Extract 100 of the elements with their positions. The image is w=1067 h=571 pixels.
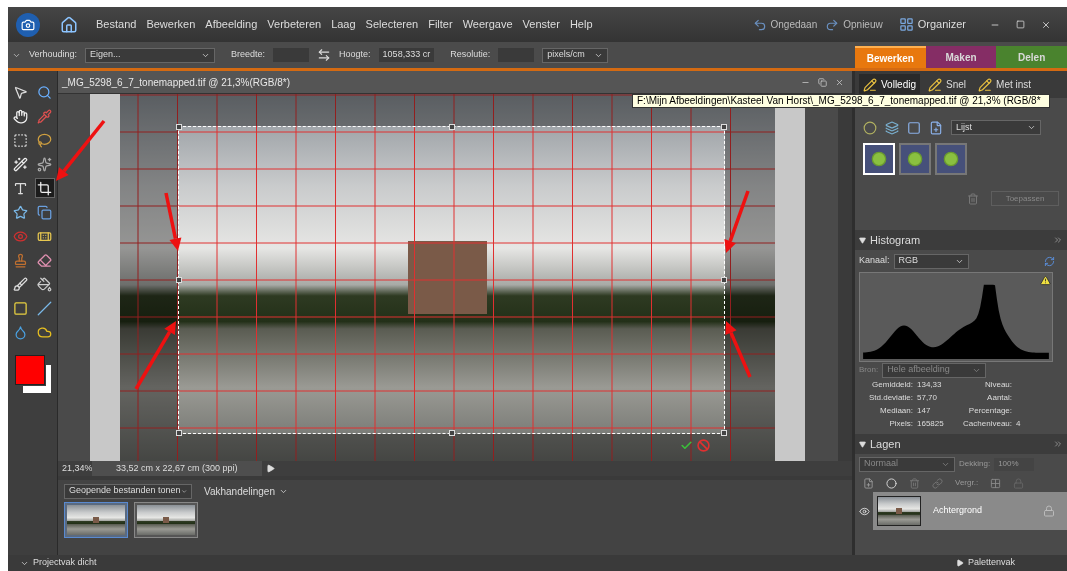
view-select[interactable]: Lijst [951, 120, 1041, 135]
photo-effects-icon[interactable] [907, 120, 921, 135]
stat-label: Std.deviatie: [867, 392, 913, 404]
lock-transparency-icon[interactable] [990, 477, 1002, 489]
menu-item[interactable]: Bestand [96, 16, 137, 33]
crop-handle[interactable] [176, 124, 182, 130]
stat-label: Gemiddeld: [871, 379, 913, 391]
show-files-select[interactable]: Geopende bestanden tonen [64, 483, 192, 499]
crop-handle[interactable] [721, 277, 727, 283]
panel-bin-toggle[interactable]: Palettenvak [955, 556, 1015, 570]
restore-icon[interactable] [818, 77, 827, 87]
quick-selection-tool-icon[interactable] [35, 155, 54, 173]
undo-icon [752, 17, 767, 32]
crop-handle[interactable] [721, 124, 727, 130]
eraser-tool-icon[interactable] [35, 251, 54, 269]
shape-tool-icon[interactable] [11, 203, 30, 221]
menu-item[interactable]: Verbeteren [267, 16, 322, 33]
menu-item[interactable]: Bewerken [146, 16, 196, 33]
path-tooltip: F:\Mijn Afbeeldingen\Kasteel Van Horst\_MG_5298_6_7_tonemapped.tif @ 21,3% (RGB/8* [632, 94, 1050, 108]
zoom-tool-icon[interactable] [35, 83, 54, 101]
background-color-swatch-edge [22, 386, 46, 393]
menu-item[interactable]: Venster [522, 16, 560, 33]
camera-logo-icon[interactable] [16, 12, 40, 37]
layer-name: Achtergrond [933, 504, 984, 518]
grid-icon [898, 17, 914, 32]
all-effects-icon[interactable] [929, 120, 943, 135]
brush-tool-icon[interactable] [11, 275, 30, 293]
unit-select[interactable]: pixels/cm [542, 47, 609, 63]
crop-handle[interactable] [449, 124, 455, 130]
width-label: Breedte: [231, 48, 266, 62]
bin-actions-menu[interactable]: Vakhandelingen [204, 483, 288, 499]
menu-item[interactable]: Laag [331, 16, 356, 33]
recompose-tool-icon[interactable] [35, 203, 54, 221]
pointer-arrow [164, 192, 182, 251]
refresh-icon[interactable] [1044, 255, 1055, 267]
crop-handle[interactable] [721, 430, 727, 436]
stat-label: Cacheniveau: [962, 418, 1012, 430]
resolution-label: Resolutie: [450, 48, 491, 62]
close-icon[interactable] [1041, 19, 1051, 30]
stat-value: 134,33 [917, 379, 943, 391]
layer-thumbnail [877, 496, 921, 526]
layer-styles-icon[interactable] [885, 120, 899, 135]
opacity-field[interactable]: 100% [994, 457, 1035, 471]
pointer-arrow [724, 190, 750, 253]
background-color-swatch[interactable] [45, 365, 51, 393]
new-layer-icon[interactable] [863, 477, 874, 489]
maximize-icon[interactable] [1016, 20, 1025, 29]
edit-mode-tab[interactable]: Met inst [974, 73, 1036, 96]
mode-tab[interactable]: Maken [925, 46, 997, 68]
pointer-arrow [725, 321, 752, 378]
collapse-triangle-icon [859, 236, 866, 244]
crop-handle[interactable] [176, 430, 182, 436]
edit-mode-tab[interactable]: Snel [924, 73, 971, 96]
redo-icon [825, 17, 840, 32]
undo-button[interactable]: Ongedaan [752, 17, 818, 32]
menu-item[interactable]: Afbeelding [205, 16, 258, 33]
menu-item[interactable]: Help [569, 16, 593, 33]
organizer-button[interactable]: Organizer [898, 16, 966, 33]
panel-header[interactable]: Histogram [855, 230, 1067, 250]
commit-check-icon[interactable] [680, 439, 693, 452]
pointer-arrow [134, 321, 176, 390]
channel-select[interactable]: RGB [893, 253, 969, 269]
line-tool-icon[interactable] [35, 299, 54, 317]
stat-value: 165825 [917, 418, 945, 430]
swap-icon[interactable] [317, 48, 332, 62]
gradient-tool-icon[interactable] [11, 299, 30, 317]
effect-thumbnail[interactable] [899, 143, 931, 175]
project-bin-toggle[interactable]: Projectvak dicht [20, 556, 97, 570]
edit-mode-tab[interactable]: Volledig [859, 73, 921, 96]
paint-bucket-tool-icon[interactable] [35, 275, 54, 293]
filters-icon[interactable] [863, 120, 877, 135]
home-icon[interactable] [60, 15, 78, 34]
close-icon[interactable] [835, 77, 844, 87]
crop-handle[interactable] [449, 430, 455, 436]
hand-tool-icon[interactable] [11, 107, 30, 125]
play-icon[interactable] [266, 464, 275, 473]
ratio-select[interactable]: Eigen... [85, 47, 216, 63]
lasso-tool-icon[interactable] [35, 131, 54, 149]
pencil-icon [863, 77, 877, 92]
foreground-color-swatch[interactable] [14, 355, 45, 385]
menu-item[interactable]: Selecteren [365, 16, 419, 33]
lock-label: Vergr.: [955, 477, 979, 489]
visibility-icon[interactable] [858, 505, 870, 517]
crop-handle[interactable] [176, 277, 182, 283]
redo-button[interactable]: Opnieuw [825, 17, 883, 32]
marquee-tool-icon[interactable] [11, 131, 30, 149]
stat-label: Percentage: [967, 405, 1012, 417]
eyedropper-tool-icon[interactable] [35, 107, 54, 125]
crop-tool-icon[interactable] [35, 179, 54, 197]
stat-label: Aantal: [986, 392, 1012, 404]
adjustment-layer-icon[interactable] [886, 477, 897, 489]
height-field[interactable]: 1058,333 cr [378, 48, 435, 62]
magic-wand-tool-icon[interactable] [11, 155, 30, 173]
effect-thumbnail[interactable] [935, 143, 967, 175]
menu-item[interactable]: Weergave [462, 16, 513, 33]
warning-icon[interactable] [1040, 275, 1051, 286]
menu-item[interactable]: Filter [428, 16, 453, 33]
panel-title: Histogram [870, 232, 921, 248]
collapse-triangle-icon [859, 440, 866, 448]
panel-header[interactable]: Lagen [855, 434, 1067, 454]
